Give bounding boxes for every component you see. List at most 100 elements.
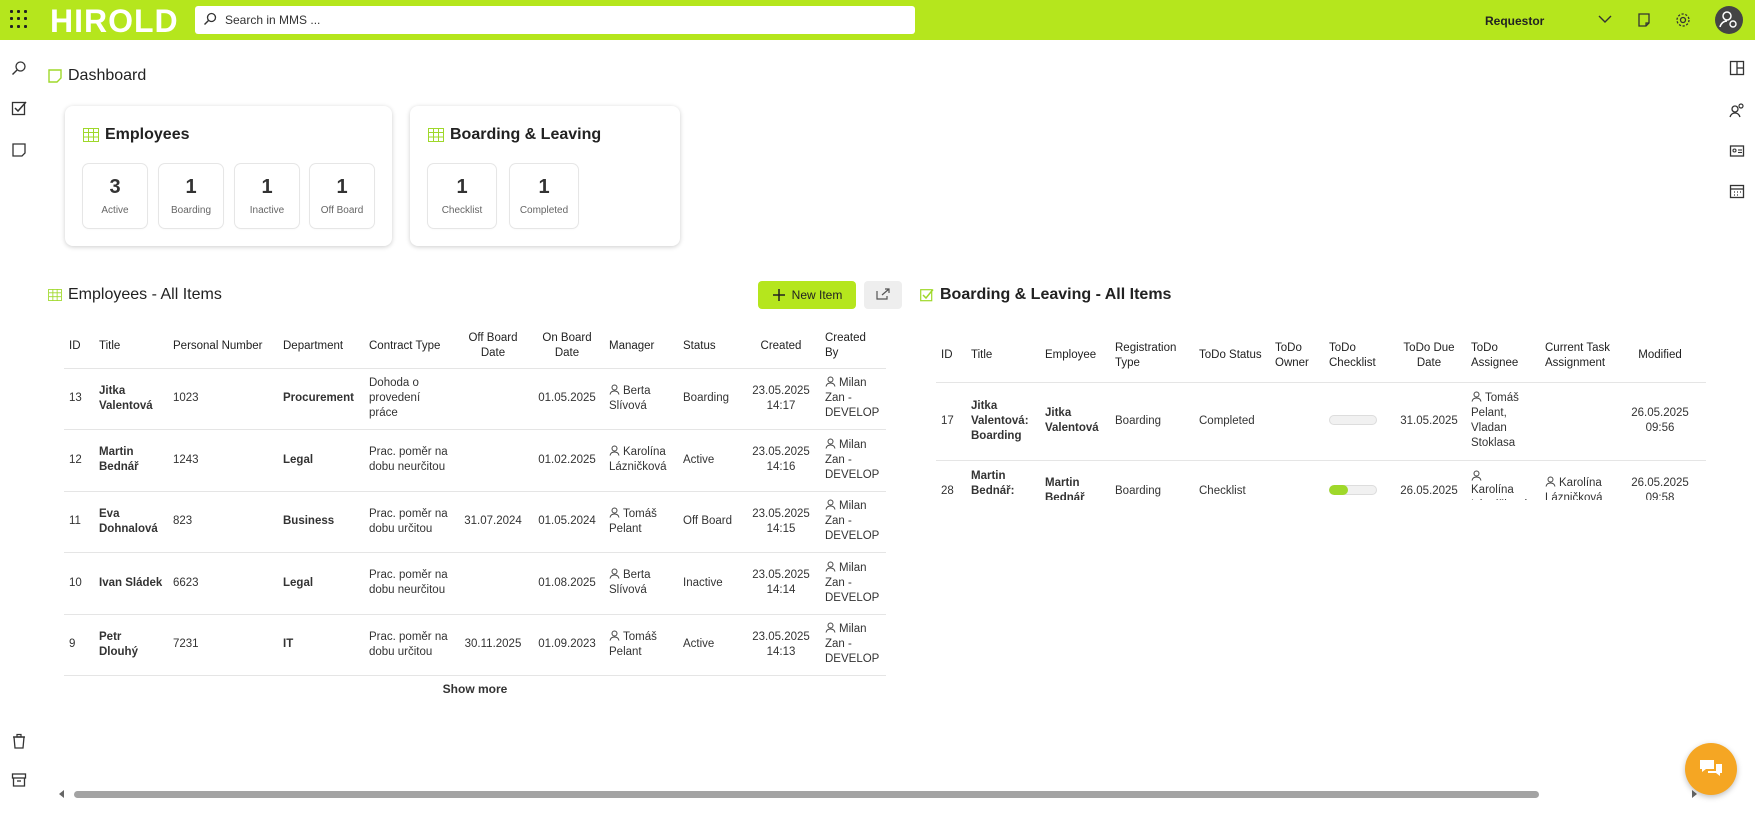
cell-title[interactable]: Martin Bednář: Boarding [966, 460, 1040, 501]
col-header-todo-checklist[interactable]: ToDo Checklist [1324, 330, 1392, 382]
col-header-employee[interactable]: Employee [1040, 330, 1110, 382]
trash-icon[interactable] [11, 733, 27, 749]
col-header-id[interactable]: ID [936, 330, 966, 382]
cell-created-by[interactable]: Milan Zan - DEVELOP [820, 368, 886, 430]
stat-tile-checklist[interactable]: 1 Checklist [428, 164, 496, 228]
id-card-icon[interactable] [1729, 143, 1745, 159]
cell-title[interactable]: Petr Dlouhý [94, 614, 168, 676]
table-row[interactable]: 17 Jitka Valentová: Boarding Jitka Valen… [936, 382, 1706, 460]
notes-icon[interactable] [11, 142, 27, 158]
cell-department: IT [283, 638, 294, 651]
cell-employee[interactable]: Martin Bednář [1040, 460, 1110, 500]
col-header-created[interactable]: Created [742, 325, 820, 368]
cell-title[interactable]: Eva Dohnalová [94, 491, 168, 553]
col-header-off-board-date[interactable]: Off Board Date [456, 325, 530, 368]
cell-current-task[interactable]: Karolína Lázničková [1540, 460, 1624, 500]
col-header-id[interactable]: ID [64, 325, 94, 368]
cell-more [1696, 460, 1706, 500]
cell-status: Active [683, 453, 715, 466]
role-selector[interactable]: Requestor [1485, 14, 1544, 28]
cell-employee[interactable]: Jitka Valentová [1040, 382, 1110, 460]
cell-assignee[interactable]: Tomáš Pelant, Vladan Stoklasa [1466, 382, 1540, 460]
table-row[interactable]: 11 Eva Dohnalová 823 Business Prac. pomě… [64, 491, 886, 553]
col-header-modified[interactable]: Modified [1624, 330, 1696, 382]
col-header-contract-type[interactable]: Contract Type [364, 325, 456, 368]
app-logo[interactable]: HIROLD [50, 3, 179, 39]
cell-assignee[interactable]: Karolína Lázničková [1466, 460, 1540, 500]
col-header-current-task-assignment[interactable]: Current Task Assignment [1540, 330, 1624, 382]
cell-created-by[interactable]: Milan Zan - DEVELOP [820, 614, 886, 676]
scrollbar-thumb[interactable] [74, 791, 1539, 798]
col-header-todo-status[interactable]: ToDo Status [1194, 330, 1270, 382]
avatar[interactable] [1715, 6, 1743, 34]
app-launcher-icon[interactable] [10, 10, 28, 28]
search-box[interactable] [195, 6, 915, 34]
person-icon [825, 622, 836, 633]
export-button[interactable] [864, 281, 902, 309]
chat-button[interactable] [1685, 743, 1737, 795]
cell-todo-status: Completed [1199, 414, 1255, 427]
col-header-created-by[interactable]: Created By [820, 325, 886, 368]
col-header-todo-owner[interactable]: ToDo Owner [1270, 330, 1324, 382]
search-icon[interactable] [11, 60, 27, 76]
employees-list-title: Employees - All Items [48, 286, 222, 304]
new-item-button[interactable]: New Item [758, 281, 856, 309]
col-header-registration-type[interactable]: Registration Type [1110, 330, 1194, 382]
cell-on-board-date: 01.09.2023 [538, 638, 596, 651]
notes-icon[interactable] [1636, 12, 1652, 28]
cell-created: 23.05.2025 14:16 [752, 446, 810, 474]
cell-created-by[interactable]: Milan Zan - DEVELOP [820, 491, 886, 553]
calendar-icon[interactable] [1729, 183, 1745, 199]
cell-created-by[interactable]: Milan Zan - DEVELOP [820, 430, 886, 492]
archive-icon[interactable] [11, 772, 27, 788]
cell-manager[interactable]: Berta Slívová [604, 553, 678, 615]
search-input[interactable] [225, 6, 905, 34]
cell-status: Inactive [683, 576, 723, 589]
cell-manager[interactable]: Karolína Lázničková [604, 430, 678, 492]
cell-department: Legal [283, 453, 314, 466]
col-header-on-board-date[interactable]: On Board Date [530, 325, 604, 368]
col-header-status[interactable]: Status [678, 325, 742, 368]
cell-contract-type: Prac. poměr na dobu neurčitou [369, 569, 448, 597]
table-row[interactable]: 13 Jitka Valentová 1023 Procurement Doho… [64, 368, 886, 430]
show-more-button[interactable]: Show more [420, 682, 530, 696]
stat-tile-inactive[interactable]: 1 Inactive [235, 164, 299, 228]
table-row[interactable]: 9 Petr Dlouhý 7231 IT Prac. poměr na dob… [64, 614, 886, 676]
col-header-todo-assignee[interactable]: ToDo Assignee [1466, 330, 1540, 382]
cell-created-by[interactable]: Milan Zan - DEVELOP [820, 553, 886, 615]
cell-manager[interactable]: Tomáš Pelant [604, 614, 678, 676]
cell-contract-type: Dohoda o provedení práce [369, 377, 421, 420]
col-header-todo-due-date[interactable]: ToDo Due Date [1392, 330, 1466, 382]
checkbox-tasks-icon[interactable] [11, 100, 27, 116]
cell-manager[interactable]: Berta Slívová [604, 368, 678, 430]
cell-title[interactable]: Martin Bednář [94, 430, 168, 492]
cell-id: 13 [69, 392, 82, 405]
cell-manager[interactable]: Tomáš Pelant [604, 491, 678, 553]
col-header-title[interactable]: Title [94, 325, 168, 368]
col-header-personal-number[interactable]: Personal Number [168, 325, 278, 368]
cell-on-board-date: 01.08.2025 [538, 576, 596, 589]
layout-icon[interactable] [1729, 60, 1745, 76]
cell-title[interactable]: Ivan Sládek [94, 553, 168, 615]
stat-tile-off-board[interactable]: 1 Off Board [310, 164, 374, 228]
table-row[interactable]: 10 Ivan Sládek 6623 Legal Prac. poměr na… [64, 552, 886, 615]
stat-tile-boarding[interactable]: 1 Boarding [159, 164, 223, 228]
boarding-table: ID Title Employee Registration Type ToDo… [936, 330, 1706, 500]
stat-tile-active[interactable]: 3 Active [83, 164, 147, 228]
cell-due-date: 31.05.2025 [1400, 414, 1458, 427]
cell-title[interactable]: Jitka Valentová: Boarding [966, 382, 1040, 460]
chevron-down-icon[interactable] [1598, 14, 1612, 24]
col-header-more[interactable] [1696, 330, 1706, 382]
stat-tile-completed[interactable]: 1 Completed [510, 164, 578, 228]
table-row[interactable]: 12 Martin Bednář 1243 Legal Prac. poměr … [64, 429, 886, 492]
col-header-department[interactable]: Department [278, 325, 364, 368]
gear-icon[interactable] [1675, 12, 1691, 28]
table-row[interactable]: 28 Martin Bednář: Boarding Martin Bednář… [936, 460, 1706, 500]
users-icon[interactable] [1729, 102, 1745, 118]
cell-personal-number: 6623 [173, 576, 199, 589]
col-header-manager[interactable]: Manager [604, 325, 678, 368]
cell-title[interactable]: Jitka Valentová [94, 368, 168, 430]
col-header-title[interactable]: Title [966, 330, 1040, 382]
horizontal-scrollbar[interactable] [58, 790, 1698, 798]
scroll-left-icon[interactable] [58, 790, 66, 798]
